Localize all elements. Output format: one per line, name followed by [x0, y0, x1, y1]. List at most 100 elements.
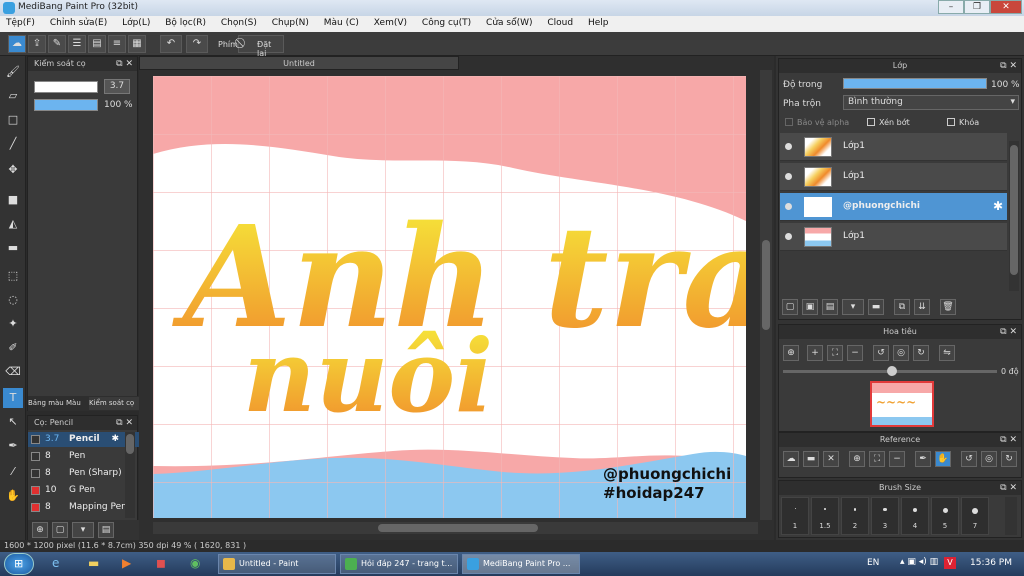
add-layer-menu-icon[interactable]: ▾ [842, 299, 864, 315]
new-brush-icon[interactable]: ▢ [52, 522, 68, 538]
visibility-icon[interactable] [785, 143, 792, 150]
visibility-icon[interactable] [785, 233, 792, 240]
maximize-button[interactable]: ❐ [964, 0, 990, 14]
blend-mode-select[interactable]: Bình thường ▾ [843, 95, 1019, 110]
tab-palette[interactable]: Bảng màu [28, 399, 64, 407]
add-brush-icon[interactable]: ⊕ [32, 522, 48, 538]
open-folder-icon[interactable]: ▬ [803, 451, 819, 467]
rotate-left-icon[interactable]: ↺ [873, 345, 889, 361]
brush-tool-icon[interactable]: 🖌 [3, 62, 23, 82]
brush-settings-icon[interactable]: ▤ [98, 522, 114, 538]
folder-icon[interactable]: ▬ [88, 556, 104, 572]
size-value[interactable]: 3.7 [104, 79, 130, 94]
lasso-icon[interactable]: ◌ [3, 290, 23, 310]
text-tool-icon[interactable]: T [3, 388, 23, 408]
gear-icon[interactable]: ✱ [111, 432, 119, 447]
brush-scrollbar[interactable] [125, 432, 135, 518]
hand-icon[interactable]: ✋ [935, 451, 951, 467]
close-icon[interactable]: ⧉ ✕ [1000, 481, 1017, 495]
rotate-right-icon[interactable]: ↻ [913, 345, 929, 361]
taskbar-item[interactable]: Untitled - Paint [218, 554, 336, 574]
merge-layer-icon[interactable]: ⇊ [914, 299, 930, 315]
brush-item[interactable]: 8 Pen (Sharp) [28, 466, 139, 481]
close-icon[interactable]: ⧉ ✕ [1000, 59, 1017, 73]
close-reference-icon[interactable]: ✕ [823, 451, 839, 467]
eyedropper-icon[interactable]: ✒ [3, 436, 23, 456]
ie-icon[interactable]: e [52, 556, 68, 572]
trash-icon[interactable]: 🗑 [940, 299, 956, 315]
zoom-out-icon[interactable]: − [847, 345, 863, 361]
hand-tool-icon[interactable]: ✋ [3, 486, 23, 506]
rotate-right-icon[interactable]: ↻ [1001, 451, 1017, 467]
menu-edit[interactable]: Chỉnh sửa(E) [44, 16, 113, 28]
zoom-in-icon[interactable]: ⊕ [849, 451, 865, 467]
protect-alpha-checkbox[interactable] [785, 118, 793, 126]
fill-shape-icon[interactable]: ■ [3, 190, 23, 210]
magic-wand-icon[interactable]: ✦ [3, 314, 23, 334]
language-indicator[interactable]: EN [867, 558, 879, 568]
brush-item[interactable]: 8 Pen [28, 449, 139, 464]
app-icon[interactable]: ◼ [156, 556, 172, 572]
lock-checkbox[interactable] [947, 118, 955, 126]
cloud-icon[interactable]: ☁ [783, 451, 799, 467]
taskbar-item[interactable]: Hỏi đáp 247 - trang t... [340, 554, 458, 574]
brush-size-cell[interactable]: 5 [931, 497, 959, 535]
drawing-canvas[interactable]: Anh trai nuôi @phuongchichi #hoidap247 [153, 76, 746, 518]
brush-size-cell[interactable]: 1 [781, 497, 809, 535]
layer-row[interactable]: Lớp1 [780, 163, 1007, 191]
brush-item[interactable]: 8 Mapping Pen [28, 500, 139, 515]
fit-icon[interactable]: ⛶ [869, 451, 885, 467]
menu-tools[interactable]: Công cụ(T) [416, 16, 477, 28]
move-tool-icon[interactable]: ✥ [3, 160, 23, 180]
media-icon[interactable]: ▶ [122, 556, 138, 572]
bucket-tool-icon[interactable]: ◭ [3, 214, 23, 234]
reset-button[interactable]: ⃠ Đặt lại [238, 35, 284, 58]
close-icon[interactable]: ⧉ ✕ [1000, 433, 1017, 447]
brush-size-cell[interactable]: 3 [871, 497, 899, 535]
brush-size-cell[interactable]: 4 [901, 497, 929, 535]
gradient-tool-icon[interactable]: ▬ [3, 238, 23, 258]
close-icon[interactable]: ⧉ ✕ [1000, 325, 1017, 339]
visibility-icon[interactable] [785, 173, 792, 180]
close-button[interactable]: ✕ [990, 0, 1022, 14]
scroll-thumb[interactable] [762, 240, 770, 330]
menu-snap[interactable]: Chụp(N) [266, 16, 315, 28]
vertical-scrollbar[interactable] [760, 70, 772, 520]
brush-size-cell[interactable]: 7 [961, 497, 989, 535]
chat-icon[interactable]: ☰ [68, 35, 86, 53]
navigator-preview[interactable]: ~~~~ [870, 381, 934, 427]
grid-icon[interactable]: ▦ [128, 35, 146, 53]
select-eraser-icon[interactable]: ⌫ [3, 362, 23, 382]
scroll-thumb[interactable] [378, 524, 538, 532]
tab-color[interactable]: Màu [66, 399, 88, 407]
slider-handle[interactable] [887, 366, 897, 376]
brush-menu-icon[interactable]: ▾ [72, 522, 94, 538]
horizontal-scrollbar[interactable] [153, 522, 758, 534]
layer-row[interactable]: Lớp1 [780, 223, 1007, 251]
dropper-icon[interactable]: ⁄ [3, 462, 23, 482]
tray-app-icon[interactable]: V [944, 557, 956, 569]
cloud-icon[interactable]: ☁ [8, 35, 26, 53]
menu-layer[interactable]: Lớp(L) [116, 16, 156, 28]
brush-item[interactable]: 3.7 Pencil ✱ [28, 432, 139, 447]
page-icon[interactable]: ▤ [88, 35, 106, 53]
redo-icon[interactable]: ↷ [186, 35, 208, 53]
rotate-left-icon[interactable]: ↺ [961, 451, 977, 467]
gear-icon[interactable]: ✱ [993, 199, 1003, 213]
taskbar-item[interactable]: MediBang Paint Pro ... [462, 554, 580, 574]
layer-row[interactable]: Lớp1 [780, 133, 1007, 161]
reset-rotation-icon[interactable]: ◎ [893, 345, 909, 361]
eraser-tool-icon[interactable]: ▱ [3, 86, 23, 106]
undo-icon[interactable]: ↶ [160, 35, 182, 53]
brush-size-scrollbar[interactable] [1005, 497, 1017, 535]
scroll-thumb[interactable] [126, 434, 134, 454]
pipette-icon[interactable]: ✒ [915, 451, 931, 467]
zoom-in-icon[interactable]: ⊕ [783, 345, 799, 361]
upload-icon[interactable]: ⇪ [28, 35, 46, 53]
brush-size-cell[interactable]: 1.5 [811, 497, 839, 535]
line-tool-icon[interactable]: ╱ [3, 134, 23, 154]
close-icon[interactable]: ⧉ ✕ [116, 57, 133, 71]
menu-select[interactable]: Chọn(S) [215, 16, 263, 28]
layer-opacity-slider[interactable] [843, 78, 987, 89]
rectangle-tool-icon[interactable]: □ [3, 110, 23, 130]
